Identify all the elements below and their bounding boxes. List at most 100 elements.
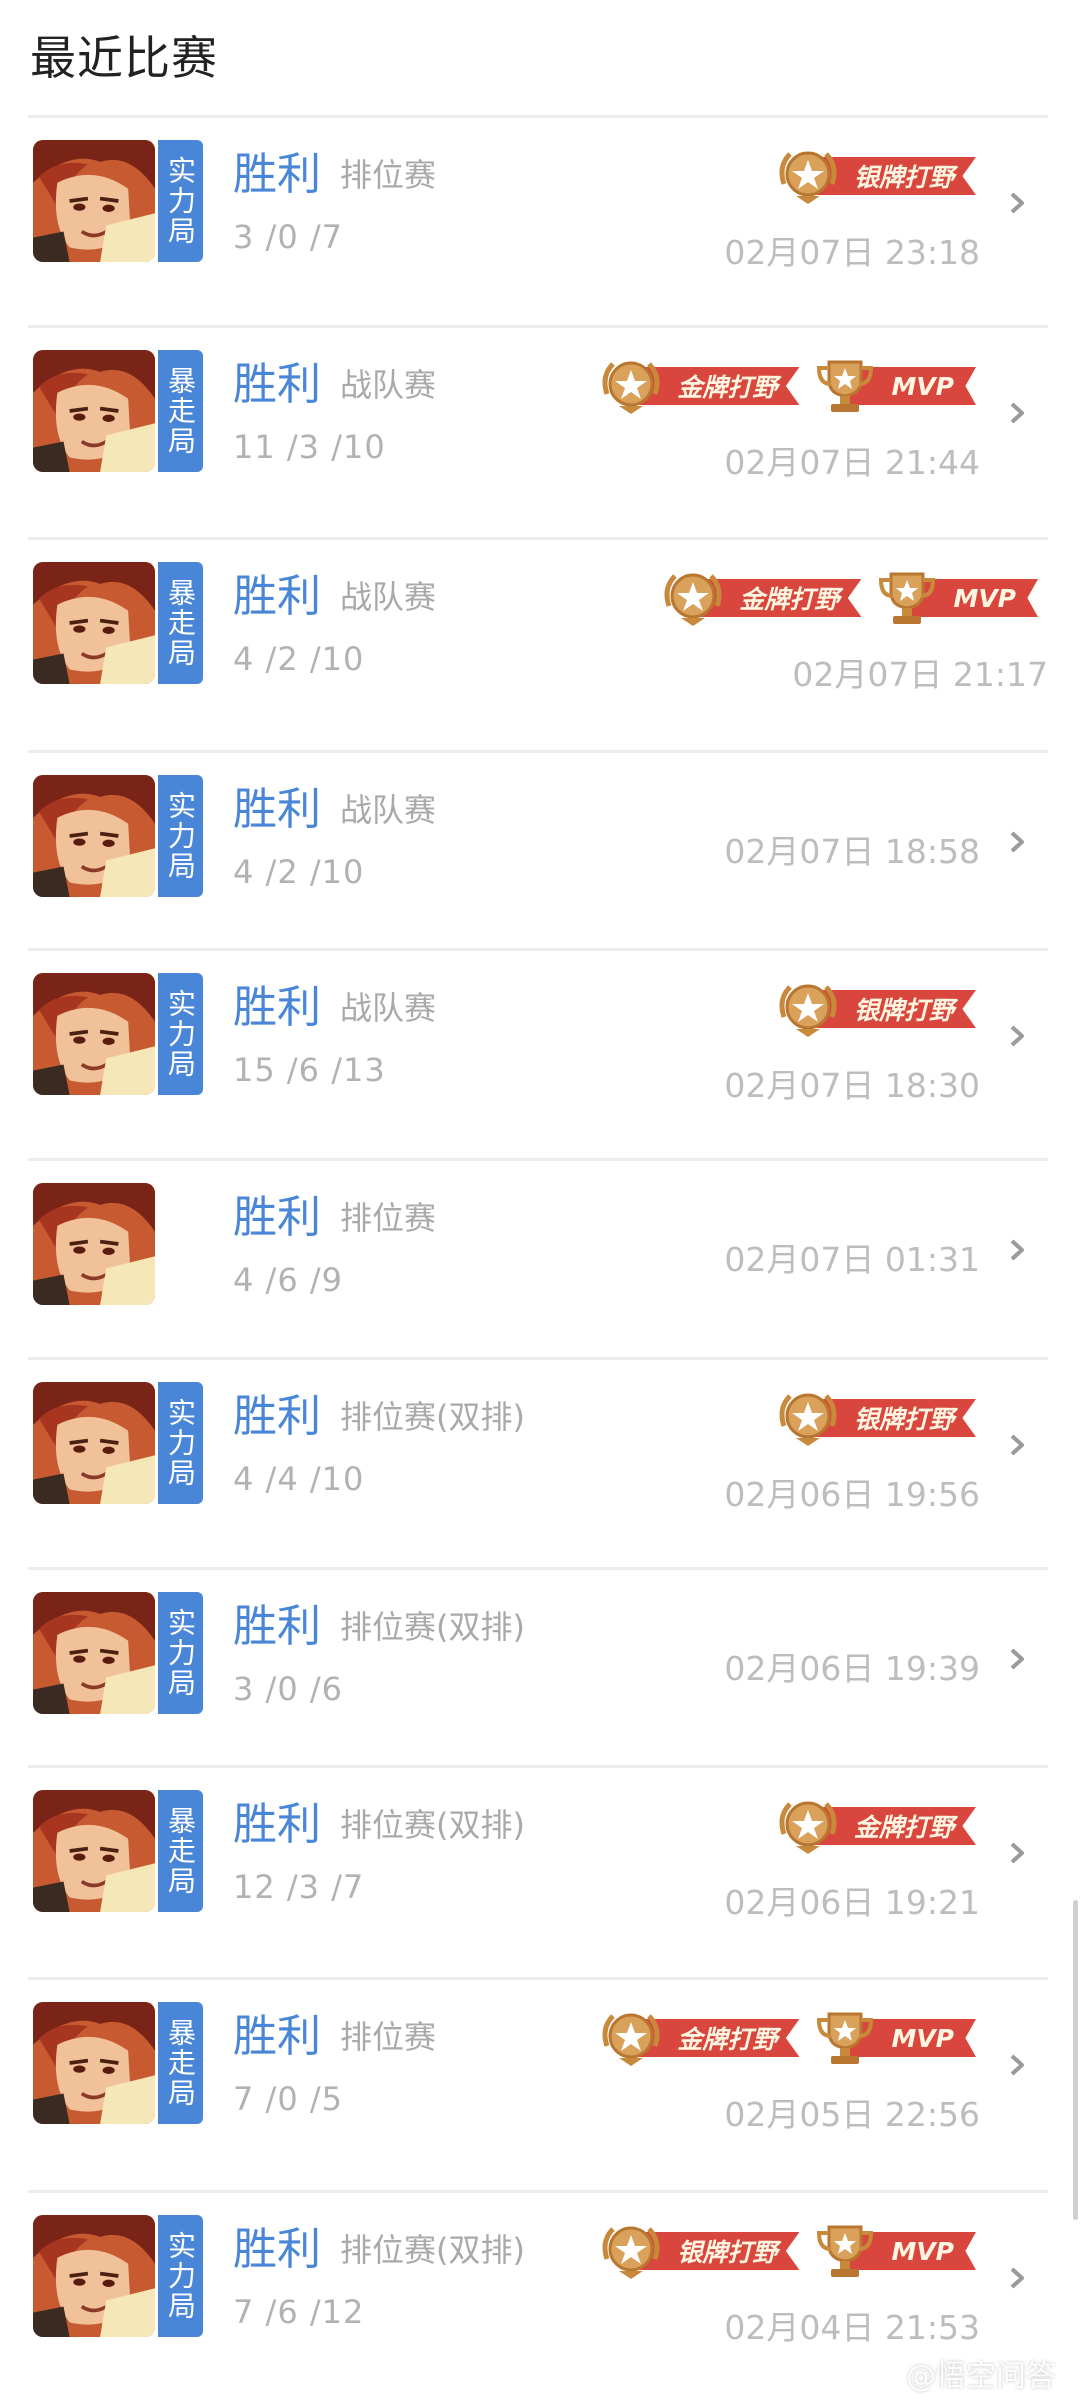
jungle-badge: 银牌打野: [776, 977, 976, 1041]
chevron-right-icon[interactable]: [1004, 2265, 1030, 2291]
badge-group: 银牌打野: [776, 977, 976, 1041]
hero-avatar: [33, 1382, 155, 1504]
match-type: 战队赛: [340, 791, 437, 829]
badge-group: 银牌打野 MVP: [599, 2219, 976, 2283]
kda-stats: 4 /4 /10: [233, 1460, 365, 1498]
badge-group: 金牌打野 MVP: [599, 2006, 976, 2070]
jungle-badge: 金牌打野: [599, 354, 800, 418]
mvp-badge: MVP: [813, 2219, 976, 2283]
mode-tag: 实力局: [158, 1592, 203, 1714]
match-result: 胜利: [233, 1192, 321, 1243]
chevron-right-icon[interactable]: [1004, 1432, 1030, 1458]
kda-stats: 3 /0 /6: [233, 1670, 343, 1708]
chevron-right-icon[interactable]: [1004, 1237, 1030, 1263]
hero-avatar: [33, 1183, 155, 1305]
match-result: 胜利: [233, 571, 321, 622]
jungle-badge: 银牌打野: [599, 2219, 800, 2283]
chevron-right-icon[interactable]: [1004, 1646, 1030, 1672]
star-medal-icon: [599, 2219, 663, 2283]
match-time: 02月06日 19:21: [724, 1883, 980, 1922]
kda-stats: 7 /6 /12: [233, 2293, 365, 2331]
watermark: @悟空问答: [906, 2359, 1056, 2394]
hero-avatar: [33, 2002, 155, 2124]
mode-tag: 实力局: [158, 2215, 203, 2337]
badge-group: 金牌打野 MVP: [661, 566, 1038, 630]
chevron-right-icon[interactable]: [1004, 2052, 1030, 2078]
match-time: 02月05日 22:56: [724, 2095, 980, 2134]
match-row[interactable]: 胜利 排位赛 4 /6 /9 02月07日 01:31: [28, 1158, 1048, 1360]
match-time: 02月07日 18:30: [724, 1066, 980, 1105]
hero-avatar: [33, 973, 155, 1095]
match-result: 胜利: [233, 359, 321, 410]
jungle-badge: 银牌打野: [776, 1386, 976, 1450]
jungle-badge: 金牌打野: [661, 566, 862, 630]
match-result: 胜利: [233, 2224, 321, 2275]
match-result: 胜利: [233, 1601, 321, 1652]
match-result: 胜利: [233, 784, 321, 835]
hero-avatar: [33, 1592, 155, 1714]
match-row[interactable]: 实力局 胜利 排位赛(双排) 7 /6 /12 银牌打野 MVP 02月04日 21:5…: [28, 2190, 1048, 2403]
match-type: 排位赛: [340, 1199, 437, 1237]
chevron-right-icon[interactable]: [1004, 1023, 1030, 1049]
match-row[interactable]: 实力局 胜利 排位赛(双排) 3 /0 /6 02月06日 19:39: [28, 1567, 1048, 1768]
scrollbar[interactable]: [1073, 1900, 1078, 2220]
match-time: 02月06日 19:39: [724, 1649, 980, 1688]
mode-tag: 暴走局: [158, 350, 203, 472]
match-result: 胜利: [233, 149, 321, 200]
match-type: 战队赛: [340, 578, 437, 616]
chevron-right-icon[interactable]: [1004, 190, 1030, 216]
match-time: 02月07日 21:17: [792, 655, 1048, 694]
jungle-badge: 银牌打野: [776, 144, 976, 208]
mode-tag: 暴走局: [158, 1790, 203, 1912]
match-row[interactable]: 实力局 胜利 战队赛 15 /6 /13 银牌打野 02月07日 18:30: [28, 948, 1048, 1161]
trophy-icon: [875, 566, 939, 630]
match-time: 02月07日 21:44: [724, 443, 980, 482]
star-medal-icon: [661, 566, 725, 630]
match-row[interactable]: 暴走局 胜利 排位赛 7 /0 /5 金牌打野 MVP 02月05日 22:56: [28, 1977, 1048, 2193]
chevron-right-icon[interactable]: [1004, 400, 1030, 426]
match-time: 02月07日 18:58: [724, 832, 980, 871]
chevron-right-icon[interactable]: [1004, 829, 1030, 855]
match-row[interactable]: 实力局 胜利 排位赛 3 /0 /7 银牌打野 02月07日 23:18: [28, 115, 1048, 328]
match-type: 排位赛(双排): [340, 1806, 525, 1844]
hero-avatar: [33, 2215, 155, 2337]
match-type: 排位赛: [340, 156, 437, 194]
trophy-icon: [813, 354, 877, 418]
jungle-badge: 金牌打野: [599, 2006, 800, 2070]
chevron-right-icon[interactable]: [1004, 1840, 1030, 1866]
match-result: 胜利: [233, 982, 321, 1033]
kda-stats: 15 /6 /13: [233, 1051, 386, 1089]
hero-avatar: [33, 350, 155, 472]
mvp-badge: MVP: [813, 2006, 976, 2070]
hero-avatar: [33, 562, 155, 684]
star-medal-icon: [599, 354, 663, 418]
star-medal-icon: [776, 144, 840, 208]
kda-stats: 4 /6 /9: [233, 1261, 343, 1299]
match-row[interactable]: 暴走局 胜利 战队赛 11 /3 /10 金牌打野 MVP 02月07日 21:44: [28, 325, 1048, 540]
match-row[interactable]: 暴走局 胜利 战队赛 4 /2 /10 金牌打野 MVP 02月07日 21:17: [28, 537, 1048, 753]
hero-avatar: [33, 1790, 155, 1912]
badge-group: 金牌打野 MVP: [599, 354, 976, 418]
match-row[interactable]: 暴走局 胜利 排位赛(双排) 12 /3 /7 金牌打野 02月06日 19:21: [28, 1765, 1048, 1980]
star-medal-icon: [776, 1794, 840, 1858]
match-time: 02月07日 23:18: [724, 233, 980, 272]
kda-stats: 4 /2 /10: [233, 640, 365, 678]
kda-stats: 11 /3 /10: [233, 428, 386, 466]
badge-group: 金牌打野: [776, 1794, 976, 1858]
kda-stats: 4 /2 /10: [233, 853, 365, 891]
star-medal-icon: [776, 977, 840, 1041]
kda-stats: 12 /3 /7: [233, 1868, 365, 1906]
match-type: 战队赛: [340, 366, 437, 404]
mvp-badge: MVP: [813, 354, 976, 418]
mode-tag: 实力局: [158, 140, 203, 262]
badge-group: 银牌打野: [776, 144, 976, 208]
match-row[interactable]: 实力局 胜利 排位赛(双排) 4 /4 /10 银牌打野 02月06日 19:56: [28, 1357, 1048, 1570]
jungle-badge: 金牌打野: [776, 1794, 976, 1858]
trophy-icon: [813, 2006, 877, 2070]
page-title: 最近比赛: [30, 31, 218, 85]
match-time: 02月04日 21:53: [724, 2308, 980, 2347]
match-row[interactable]: 实力局 胜利 战队赛 4 /2 /10 02月07日 18:58: [28, 750, 1048, 951]
mvp-badge: MVP: [875, 566, 1038, 630]
mode-tag: 实力局: [158, 775, 203, 897]
match-type: 排位赛(双排): [340, 1398, 525, 1436]
